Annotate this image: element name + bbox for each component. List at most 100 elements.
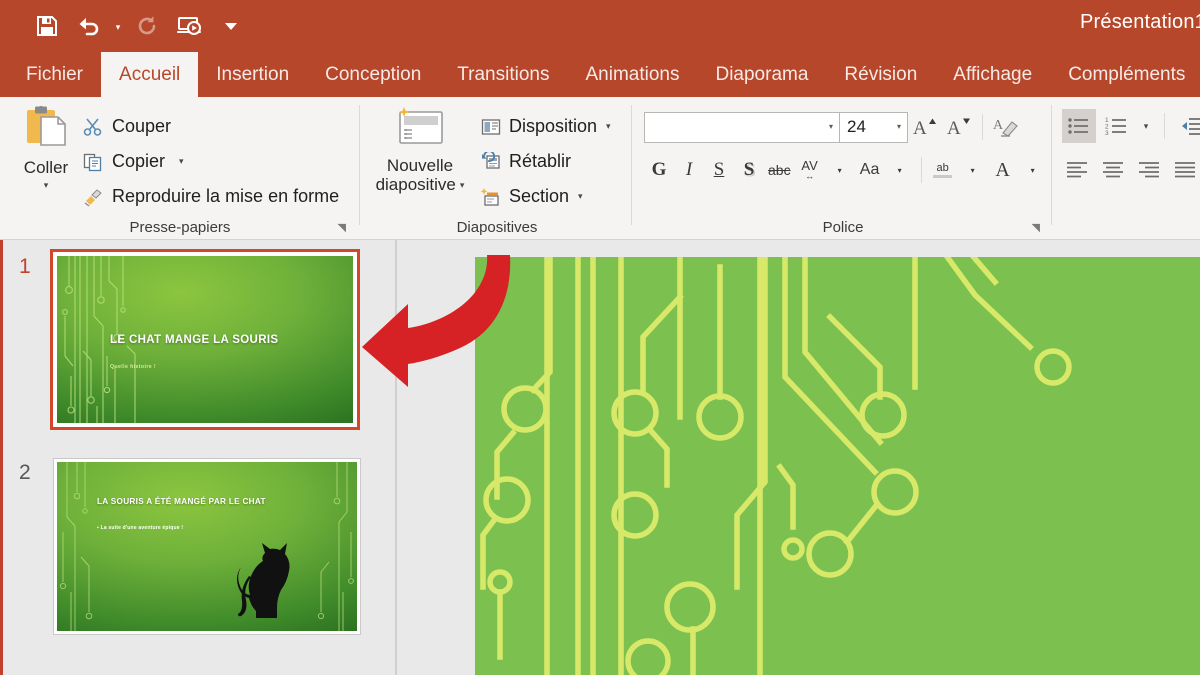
undo-dropdown-caret-icon[interactable]: ▾ — [110, 10, 126, 42]
ribbon: Coller ▾ Couper — [0, 97, 1200, 240]
layout-button[interactable]: Disposition ▾ — [480, 109, 611, 144]
tab-conception[interactable]: Conception — [307, 52, 439, 97]
tab-transitions[interactable]: Transitions — [439, 52, 567, 97]
annotation-arrow — [360, 252, 550, 412]
tab-complements[interactable]: Compléments — [1050, 52, 1200, 97]
font-group-label: Police — [634, 219, 1052, 236]
slide-1-title: LE CHAT MANGE LA SOURIS — [110, 334, 278, 346]
numbering-icon[interactable]: 1 2 3 — [1100, 109, 1134, 143]
group-separator — [1051, 105, 1052, 225]
thumbnail-number-1: 1 — [19, 256, 31, 277]
powerpoint-window: ▾ Présentation — [0, 0, 1200, 675]
font-size-value: 24 — [847, 117, 866, 137]
undo-icon[interactable] — [68, 10, 110, 42]
svg-text:A: A — [947, 118, 961, 139]
paste-label: Coller — [24, 158, 68, 178]
cut-button[interactable]: Couper — [82, 109, 339, 144]
slide-editing-area[interactable] — [475, 257, 1200, 675]
text-highlight-button[interactable]: ab — [928, 153, 958, 187]
group-separator — [359, 105, 360, 225]
tab-insertion[interactable]: Insertion — [198, 52, 307, 97]
start-slideshow-icon[interactable] — [168, 10, 210, 42]
clipboard-icon — [22, 105, 70, 156]
increase-font-size-button[interactable]: A — [908, 111, 942, 143]
slide-circuit-background — [475, 257, 1200, 675]
tab-accueil[interactable]: Accueil — [101, 52, 198, 97]
clear-formatting-button[interactable]: A — [989, 111, 1023, 143]
paste-dropdown-caret-icon[interactable]: ▾ — [44, 181, 49, 190]
tab-animations[interactable]: Animations — [567, 52, 697, 97]
copy-dropdown-caret-icon[interactable]: ▾ — [179, 156, 184, 167]
ribbon-group-clipboard: Coller ▾ Couper — [0, 97, 360, 240]
slide-2-title: LA SOURIS A ÉTÉ MANGÉ PAR LE CHAT — [97, 497, 266, 506]
decrease-indent-icon[interactable] — [1175, 109, 1200, 143]
layout-icon — [480, 117, 502, 137]
thumbnail-frame-1[interactable]: LE CHAT MANGE LA SOURIS Quelle histoire … — [53, 252, 357, 427]
save-icon[interactable] — [26, 10, 68, 42]
font-size-dropdown-caret-icon[interactable]: ▾ — [897, 123, 901, 131]
slide-thumbnail-pane[interactable]: 1 — [3, 240, 395, 675]
paste-button[interactable]: Coller ▾ — [14, 105, 78, 190]
redo-icon[interactable] — [126, 10, 168, 42]
slide-2-canvas: LA SOURIS A ÉTÉ MANGÉ PAR LE CHAT ▪ La s… — [57, 462, 357, 631]
title-bar: ▾ Présentation — [0, 0, 1200, 52]
cut-label: Couper — [112, 116, 171, 137]
tab-diaporama[interactable]: Diaporama — [697, 52, 826, 97]
section-label: Section — [509, 186, 569, 207]
tab-fichier[interactable]: Fichier — [8, 52, 101, 97]
align-center-icon[interactable] — [1096, 153, 1130, 187]
change-case-button[interactable]: Aa — [855, 153, 885, 187]
new-slide-dropdown-caret-icon[interactable]: ▾ — [460, 181, 465, 190]
new-slide-label-line2: diapositive — [376, 175, 456, 195]
slide-1-canvas: LE CHAT MANGE LA SOURIS Quelle histoire … — [57, 256, 353, 423]
decrease-font-size-button[interactable]: A — [942, 111, 976, 143]
copy-button[interactable]: Copier ▾ — [82, 144, 339, 179]
bullet-marker-icon: ▪ — [97, 525, 99, 531]
bold-button[interactable]: G — [644, 153, 674, 187]
strikethrough-button[interactable]: abc — [764, 153, 795, 187]
cat-silhouette-icon — [227, 542, 293, 622]
italic-button[interactable]: I — [674, 153, 704, 187]
tab-affichage[interactable]: Affichage — [935, 52, 1050, 97]
justify-icon[interactable] — [1168, 153, 1200, 187]
customize-qat-icon[interactable] — [210, 10, 252, 42]
bullets-icon[interactable] — [1062, 109, 1096, 143]
font-color-button[interactable]: A — [988, 153, 1018, 187]
section-dropdown-caret-icon[interactable]: ▾ — [578, 191, 583, 202]
reset-label: Rétablir — [509, 151, 571, 172]
align-right-icon[interactable] — [1132, 153, 1166, 187]
reset-button[interactable]: Rétablir — [480, 144, 611, 179]
circuit-pattern-icon — [57, 462, 357, 631]
font-dialog-launcher-icon[interactable]: ◥ — [1032, 223, 1040, 234]
format-painter-label: Reproduire la mise en forme — [112, 186, 339, 207]
scissors-icon — [82, 117, 104, 137]
section-button[interactable]: Section ▾ — [480, 179, 611, 214]
change-case-caret-icon[interactable]: ▾ — [885, 153, 915, 187]
font-name-dropdown-caret-icon[interactable]: ▾ — [829, 123, 833, 131]
clipboard-dialog-launcher-icon[interactable]: ◥ — [338, 223, 346, 234]
layout-dropdown-caret-icon[interactable]: ▾ — [606, 121, 611, 132]
underline-button[interactable]: S — [704, 153, 734, 187]
new-slide-icon — [392, 105, 448, 156]
section-icon — [480, 187, 502, 207]
character-spacing-button[interactable]: AV ↔ — [795, 153, 825, 187]
align-left-icon[interactable] — [1060, 153, 1094, 187]
ribbon-group-font: ▾ 24 ▾ A A — [634, 97, 1052, 240]
format-painter-button[interactable]: Reproduire la mise en forme — [82, 179, 339, 214]
highlight-color-swatch — [933, 175, 952, 178]
text-shadow-button[interactable]: S — [734, 153, 764, 187]
text-highlight-caret-icon[interactable]: ▾ — [958, 153, 988, 187]
font-color-caret-icon[interactable]: ▾ — [1018, 153, 1048, 187]
font-size-input[interactable]: 24 ▾ — [840, 112, 908, 143]
font-name-input[interactable]: ▾ — [644, 112, 840, 143]
ribbon-group-paragraph: 1 2 3 ▾ — [1054, 97, 1200, 240]
tab-revision[interactable]: Révision — [826, 52, 935, 97]
numbering-caret-icon[interactable]: ▾ — [1138, 109, 1154, 143]
quick-access-toolbar: ▾ — [26, 10, 252, 42]
character-spacing-caret-icon[interactable]: ▾ — [825, 153, 855, 187]
thumbnail-frame-2[interactable]: LA SOURIS A ÉTÉ MANGÉ PAR LE CHAT ▪ La s… — [53, 458, 361, 635]
ribbon-group-slides: Nouvelle diapositive ▾ Disposition — [362, 97, 632, 240]
svg-text:3: 3 — [1105, 130, 1109, 136]
svg-text:A: A — [993, 118, 1004, 133]
new-slide-button[interactable]: Nouvelle diapositive ▾ — [372, 105, 468, 195]
